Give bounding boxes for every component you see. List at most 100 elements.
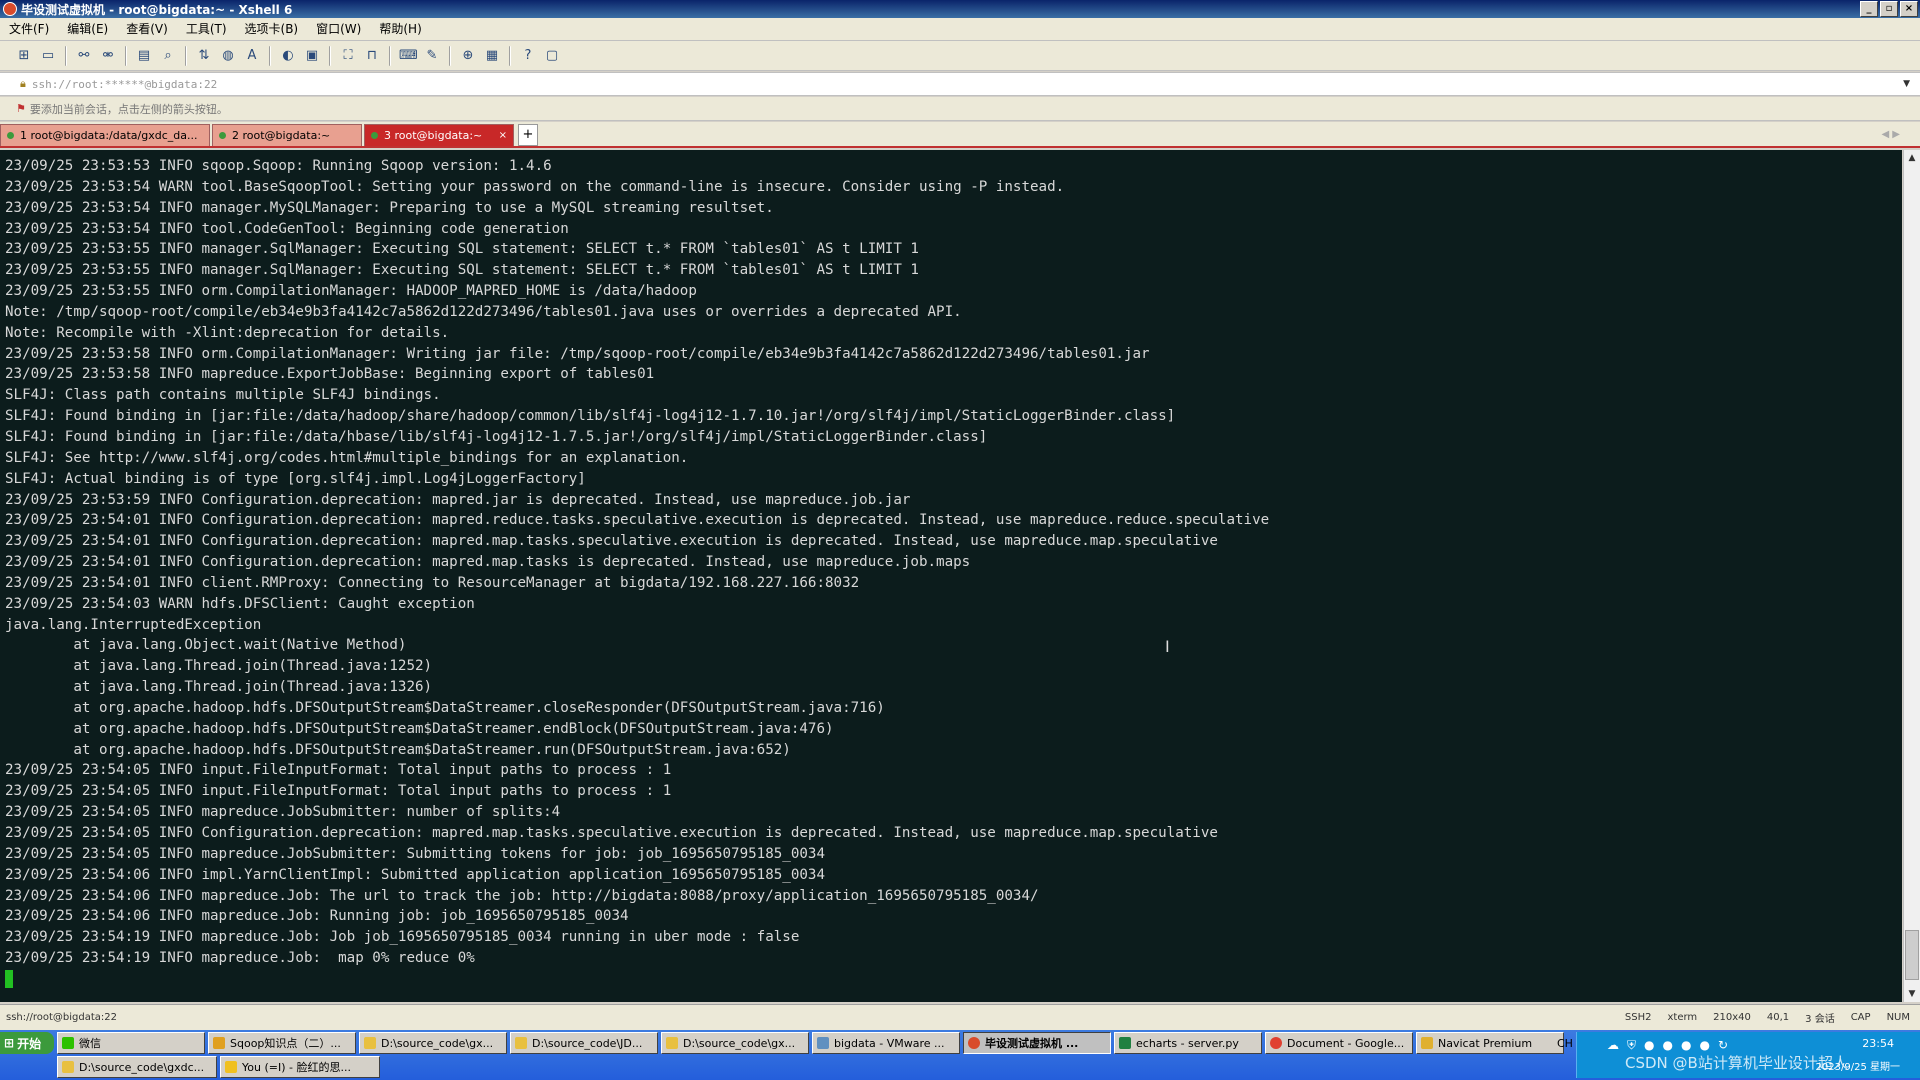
status-num: NUM [1886,1012,1910,1023]
status-session-count: 3 会话 [1805,1014,1835,1025]
toolbar: ⊞ ▭ ⚯ ⚮ ▤ ⌕ ⇅ ◍ A ◐ ▣ ⛶ ⊓ ⌨ ✎ ⊕ ▦ ? ▢ [0,41,1920,71]
terminal-line: SLF4J: Found binding in [jar:file:/data/… [5,408,1176,425]
menu-help[interactable]: 帮助(H) [370,18,430,40]
disconnect-icon[interactable]: ⚮ [99,47,117,65]
menu-bar: 文件(F) 编辑(E) 查看(V) 工具(T) 选项卡(B) 窗口(W) 帮助(… [0,18,1920,41]
terminal-line: 23/09/25 23:54:05 INFO Configuration.dep… [5,825,1218,841]
folder-icon [515,1037,527,1049]
new-tab-button[interactable]: + [518,124,538,146]
new-session-icon[interactable]: ⊞ [15,47,33,65]
tab-session-1[interactable]: 1 root@bigdata:/data/gxdc_da... [0,124,210,146]
chrome-icon [1270,1037,1282,1049]
window-controls: _ ▫ × [1860,1,1918,17]
text-cursor-icon: I [1165,637,1170,656]
qq-icon[interactable]: ● [1681,1038,1691,1053]
lock-icon[interactable]: ⊓ [363,47,381,65]
chat-icon[interactable]: ▢ [543,47,561,65]
menu-view[interactable]: 查看(V) [117,18,177,40]
scroll-down-icon[interactable]: ▼ [1904,986,1920,1002]
fullscreen-icon[interactable]: ⛶ [339,47,357,65]
menu-tools[interactable]: 工具(T) [177,18,236,40]
folder-icon [62,1061,74,1073]
refresh-icon[interactable]: ↻ [1718,1038,1728,1053]
terminal-prompt-line[interactable] [5,969,1902,990]
menu-edit[interactable]: 编辑(E) [58,18,117,40]
window-titlebar[interactable]: 毕设测试虚拟机 - root@bigdata:~ - Xshell 6 _ ▫ … [0,0,1920,18]
folder-icon [364,1037,376,1049]
tab-label: 3 root@bigdata:~ [384,129,483,142]
open-folder-icon[interactable]: ▭ [39,47,57,65]
qq-icon[interactable]: ● [1699,1038,1709,1053]
taskbar-item-pycharm[interactable]: echarts - server.py [1114,1032,1262,1054]
toolbar-separator [65,45,67,66]
xshell-icon [968,1037,980,1049]
terminal-output[interactable]: 23/09/25 23:53:53 INFO sqoop.Sqoop: Runn… [0,150,1902,1002]
taskbar-item-folder-4[interactable]: D:\source_code\gxdc... [57,1056,217,1078]
toolbar-separator [269,45,271,66]
tray-clock[interactable]: 23:54 [1862,1037,1894,1050]
terminal-line: 23/09/25 23:54:06 INFO mapreduce.Job: Th… [5,887,1039,904]
script-icon[interactable]: ▣ [303,47,321,65]
address-bar[interactable]: 🔒︎ ssh://root:******@bigdata:22 ▼ [0,72,1920,96]
bookmark-icon[interactable]: ⚑ [16,102,26,115]
taskbar-item-browser-sqoop[interactable]: Sqoop知识点（二）... [208,1032,356,1054]
terminal-line: 23/09/25 23:53:55 INFO manager.SqlManage… [5,262,919,279]
search-icon[interactable]: ⌕ [159,47,177,65]
menu-file[interactable]: 文件(F) [0,18,58,40]
terminal-line: 23/09/25 23:54:19 INFO mapreduce.Job: ma… [5,950,475,967]
terminal-line: 23/09/25 23:53:53 INFO sqoop.Sqoop: Runn… [5,158,552,174]
terminal-line: 23/09/25 23:54:19 INFO mapreduce.Job: Jo… [5,929,800,946]
windows-taskbar: ⊞ 开始 微信 Sqoop知识点（二）... D:\source_code\gx… [0,1030,1920,1080]
add-icon[interactable]: ⊕ [459,47,477,65]
taskbar-item-folder-1[interactable]: D:\source_code\gx... [359,1032,507,1054]
qq-icon[interactable]: ● [1644,1038,1654,1053]
terminal-scrollbar[interactable]: ▲ ▼ [1903,150,1920,1002]
terminal-line: Note: Recompile with -Xlint:deprecation … [5,324,450,341]
tab-session-2[interactable]: 2 root@bigdata:~ [212,124,362,146]
connect-icon[interactable]: ⚯ [75,47,93,65]
toolbar-separator [509,45,511,66]
taskbar-item-wechat[interactable]: 微信 [57,1032,205,1054]
cloud-icon[interactable]: ☁ [1607,1038,1619,1053]
keyboard-icon[interactable]: ⌨ [399,47,418,65]
connected-status-icon [7,132,14,139]
terminal-cursor [5,969,13,988]
status-protocol: SSH2 [1624,1012,1652,1023]
scrollbar-thumb[interactable] [1905,930,1919,980]
layout-icon[interactable]: ▦ [483,47,501,65]
taskbar-item-music[interactable]: You (=I) - 脸红的思... [220,1056,380,1078]
tab-nav-arrows-icon[interactable]: ◀ ▶ [1881,129,1900,140]
menu-window[interactable]: 窗口(W) [307,18,370,40]
chevron-down-icon[interactable]: ▼ [1903,79,1910,89]
menu-tab[interactable]: 选项卡(B) [236,18,308,40]
taskbar-item-folder-3[interactable]: D:\source_code\gx... [661,1032,809,1054]
close-tab-icon[interactable]: × [499,130,507,141]
minimize-button[interactable]: _ [1860,1,1878,17]
address-input[interactable]: ssh://root:******@bigdata:22 [32,78,217,91]
qq-icon[interactable]: ● [1663,1038,1673,1053]
properties-icon[interactable]: ▤ [135,47,153,65]
pen-icon[interactable]: ✎ [423,47,441,65]
close-button[interactable]: × [1900,1,1918,17]
taskbar-item-vmware[interactable]: bigdata - VMware ... [812,1032,960,1054]
taskbar-item-xshell[interactable]: 毕设测试虚拟机 ... [963,1032,1111,1054]
taskbar-item-folder-2[interactable]: D:\source_code\JD... [510,1032,658,1054]
session-hint-bar: ⚑ 要添加当前会话，点击左侧的箭头按钮。 [0,97,1920,121]
transfer-icon[interactable]: ⇅ [195,47,213,65]
xshell-app-icon [3,2,17,16]
taskbar-item-chrome[interactable]: Document - Google... [1265,1032,1413,1054]
taskbar-item-navicat[interactable]: Navicat Premium [1416,1032,1564,1054]
maximize-button[interactable]: ▫ [1880,1,1898,17]
start-button[interactable]: ⊞ 开始 [0,1032,54,1054]
font-icon[interactable]: A [243,47,261,65]
toolbar-separator [389,45,391,66]
ime-indicator[interactable]: CH [1557,1037,1573,1050]
tab-session-3[interactable]: 3 root@bigdata:~ × [364,124,514,146]
globe-icon[interactable]: ◍ [219,47,237,65]
shield-icon[interactable]: ⛨ [1627,1038,1636,1053]
status-terminal-size: 210x40 [1713,1012,1751,1023]
scroll-up-icon[interactable]: ▲ [1904,150,1920,166]
terminal-line: SLF4J: Found binding in [jar:file:/data/… [5,428,988,445]
help-icon[interactable]: ? [519,47,537,65]
xftp-icon[interactable]: ◐ [279,47,297,65]
